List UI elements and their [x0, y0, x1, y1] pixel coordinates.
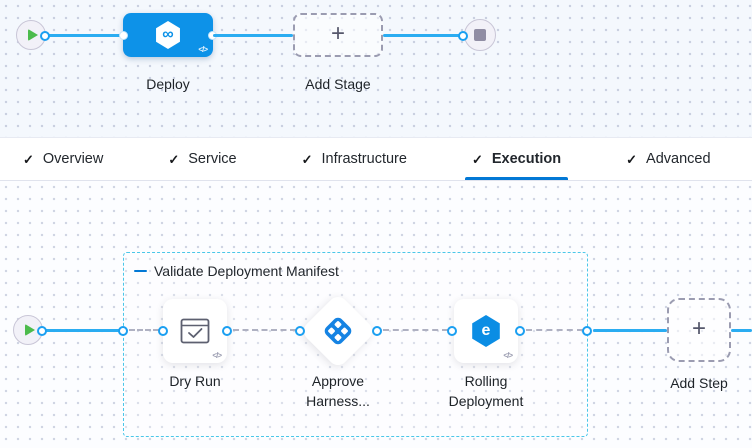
step-group-title: Validate Deployment Manifest [154, 263, 339, 279]
step-node-rolling-deployment[interactable]: e </> [454, 299, 518, 363]
execution-graph-canvas[interactable]: Validate Deployment Manifest [0, 181, 752, 448]
connector-port[interactable] [118, 326, 128, 336]
connector-line-dashed [383, 329, 448, 331]
tab-label: Service [188, 151, 236, 167]
label-line: Rolling [436, 371, 536, 391]
step-label-add-step: Add Step [659, 373, 739, 393]
connector-port[interactable] [582, 326, 592, 336]
check-icon: ✓ [472, 153, 483, 166]
check-icon: ✓ [168, 153, 179, 166]
play-icon [28, 29, 38, 41]
connector-port[interactable] [447, 326, 457, 336]
label-line: Approve [288, 371, 388, 391]
add-stage-button[interactable]: + [293, 13, 383, 57]
check-icon: ✓ [626, 153, 637, 166]
stage-label-deploy: Deploy [118, 74, 218, 94]
connector-port[interactable] [295, 326, 305, 336]
connector-port[interactable] [158, 326, 168, 336]
label-line: Deployment [436, 391, 536, 411]
connector-line [47, 34, 125, 37]
node-port[interactable] [119, 31, 128, 40]
tab-overview[interactable]: ✓ Overview [18, 138, 108, 180]
collapse-dash-icon[interactable] [134, 270, 147, 273]
stop-icon [474, 29, 486, 41]
connector-port[interactable] [515, 326, 525, 336]
step-label-dry-run: Dry Run [155, 371, 235, 391]
connector-port[interactable] [37, 326, 47, 336]
connector-line [383, 34, 462, 37]
connector-line [44, 329, 123, 332]
pipeline-studio: ∞ </> + Deploy Add Stage ✓ Overview ✓ Se… [0, 0, 752, 448]
tab-execution[interactable]: ✓ Execution [467, 138, 566, 180]
rolling-letter-glyph: e [482, 323, 491, 339]
stage-graph-canvas[interactable]: ∞ </> + Deploy Add Stage [0, 0, 752, 138]
check-icon: ✓ [23, 153, 34, 166]
approval-icon [319, 312, 357, 350]
add-step-button[interactable]: + [667, 298, 731, 362]
code-view-toggle-icon[interactable]: </> [198, 45, 207, 54]
connector-line-dashed [526, 329, 583, 331]
tab-label: Advanced [646, 151, 711, 167]
stage-node-deploy[interactable]: ∞ </> [123, 13, 213, 57]
connector-line-dashed [129, 329, 159, 331]
dry-run-icon [180, 318, 210, 344]
tab-advanced[interactable]: ✓ Advanced [621, 138, 715, 180]
tab-label: Execution [492, 151, 561, 167]
connector-port[interactable] [40, 31, 50, 41]
tab-label: Infrastructure [322, 151, 407, 167]
stage-label-add-stage: Add Stage [288, 74, 388, 94]
connector-line-dashed [233, 329, 296, 331]
step-label-approve: Approve Harness... [288, 371, 388, 411]
play-icon [25, 324, 35, 336]
connector-line [213, 34, 293, 37]
infinity-glyph: ∞ [162, 27, 173, 43]
connector-line [731, 329, 752, 332]
tab-label: Overview [43, 151, 103, 167]
connector-port[interactable] [372, 326, 382, 336]
step-label-rolling: Rolling Deployment [436, 371, 536, 411]
tab-service[interactable]: ✓ Service [163, 138, 241, 180]
tab-infrastructure[interactable]: ✓ Infrastructure [297, 138, 412, 180]
code-view-toggle-icon[interactable]: </> [503, 351, 512, 360]
pipeline-end-node [464, 19, 496, 51]
plus-icon: + [692, 317, 706, 341]
step-group-header[interactable]: Validate Deployment Manifest [134, 263, 339, 279]
active-tab-underline [465, 177, 568, 180]
code-view-toggle-icon[interactable]: </> [212, 351, 221, 360]
check-icon: ✓ [302, 153, 313, 166]
label-line: Harness... [288, 391, 388, 411]
connector-port[interactable] [458, 31, 468, 41]
connector-port[interactable] [222, 326, 232, 336]
step-node-dry-run[interactable]: </> [163, 299, 227, 363]
stage-config-tabs: ✓ Overview ✓ Service ✓ Infrastructure ✓ … [0, 138, 752, 181]
rolling-deployment-icon: e [471, 315, 501, 347]
connector-line [593, 329, 667, 332]
plus-icon: + [331, 22, 345, 46]
harness-pipeline-icon: ∞ [155, 21, 181, 49]
